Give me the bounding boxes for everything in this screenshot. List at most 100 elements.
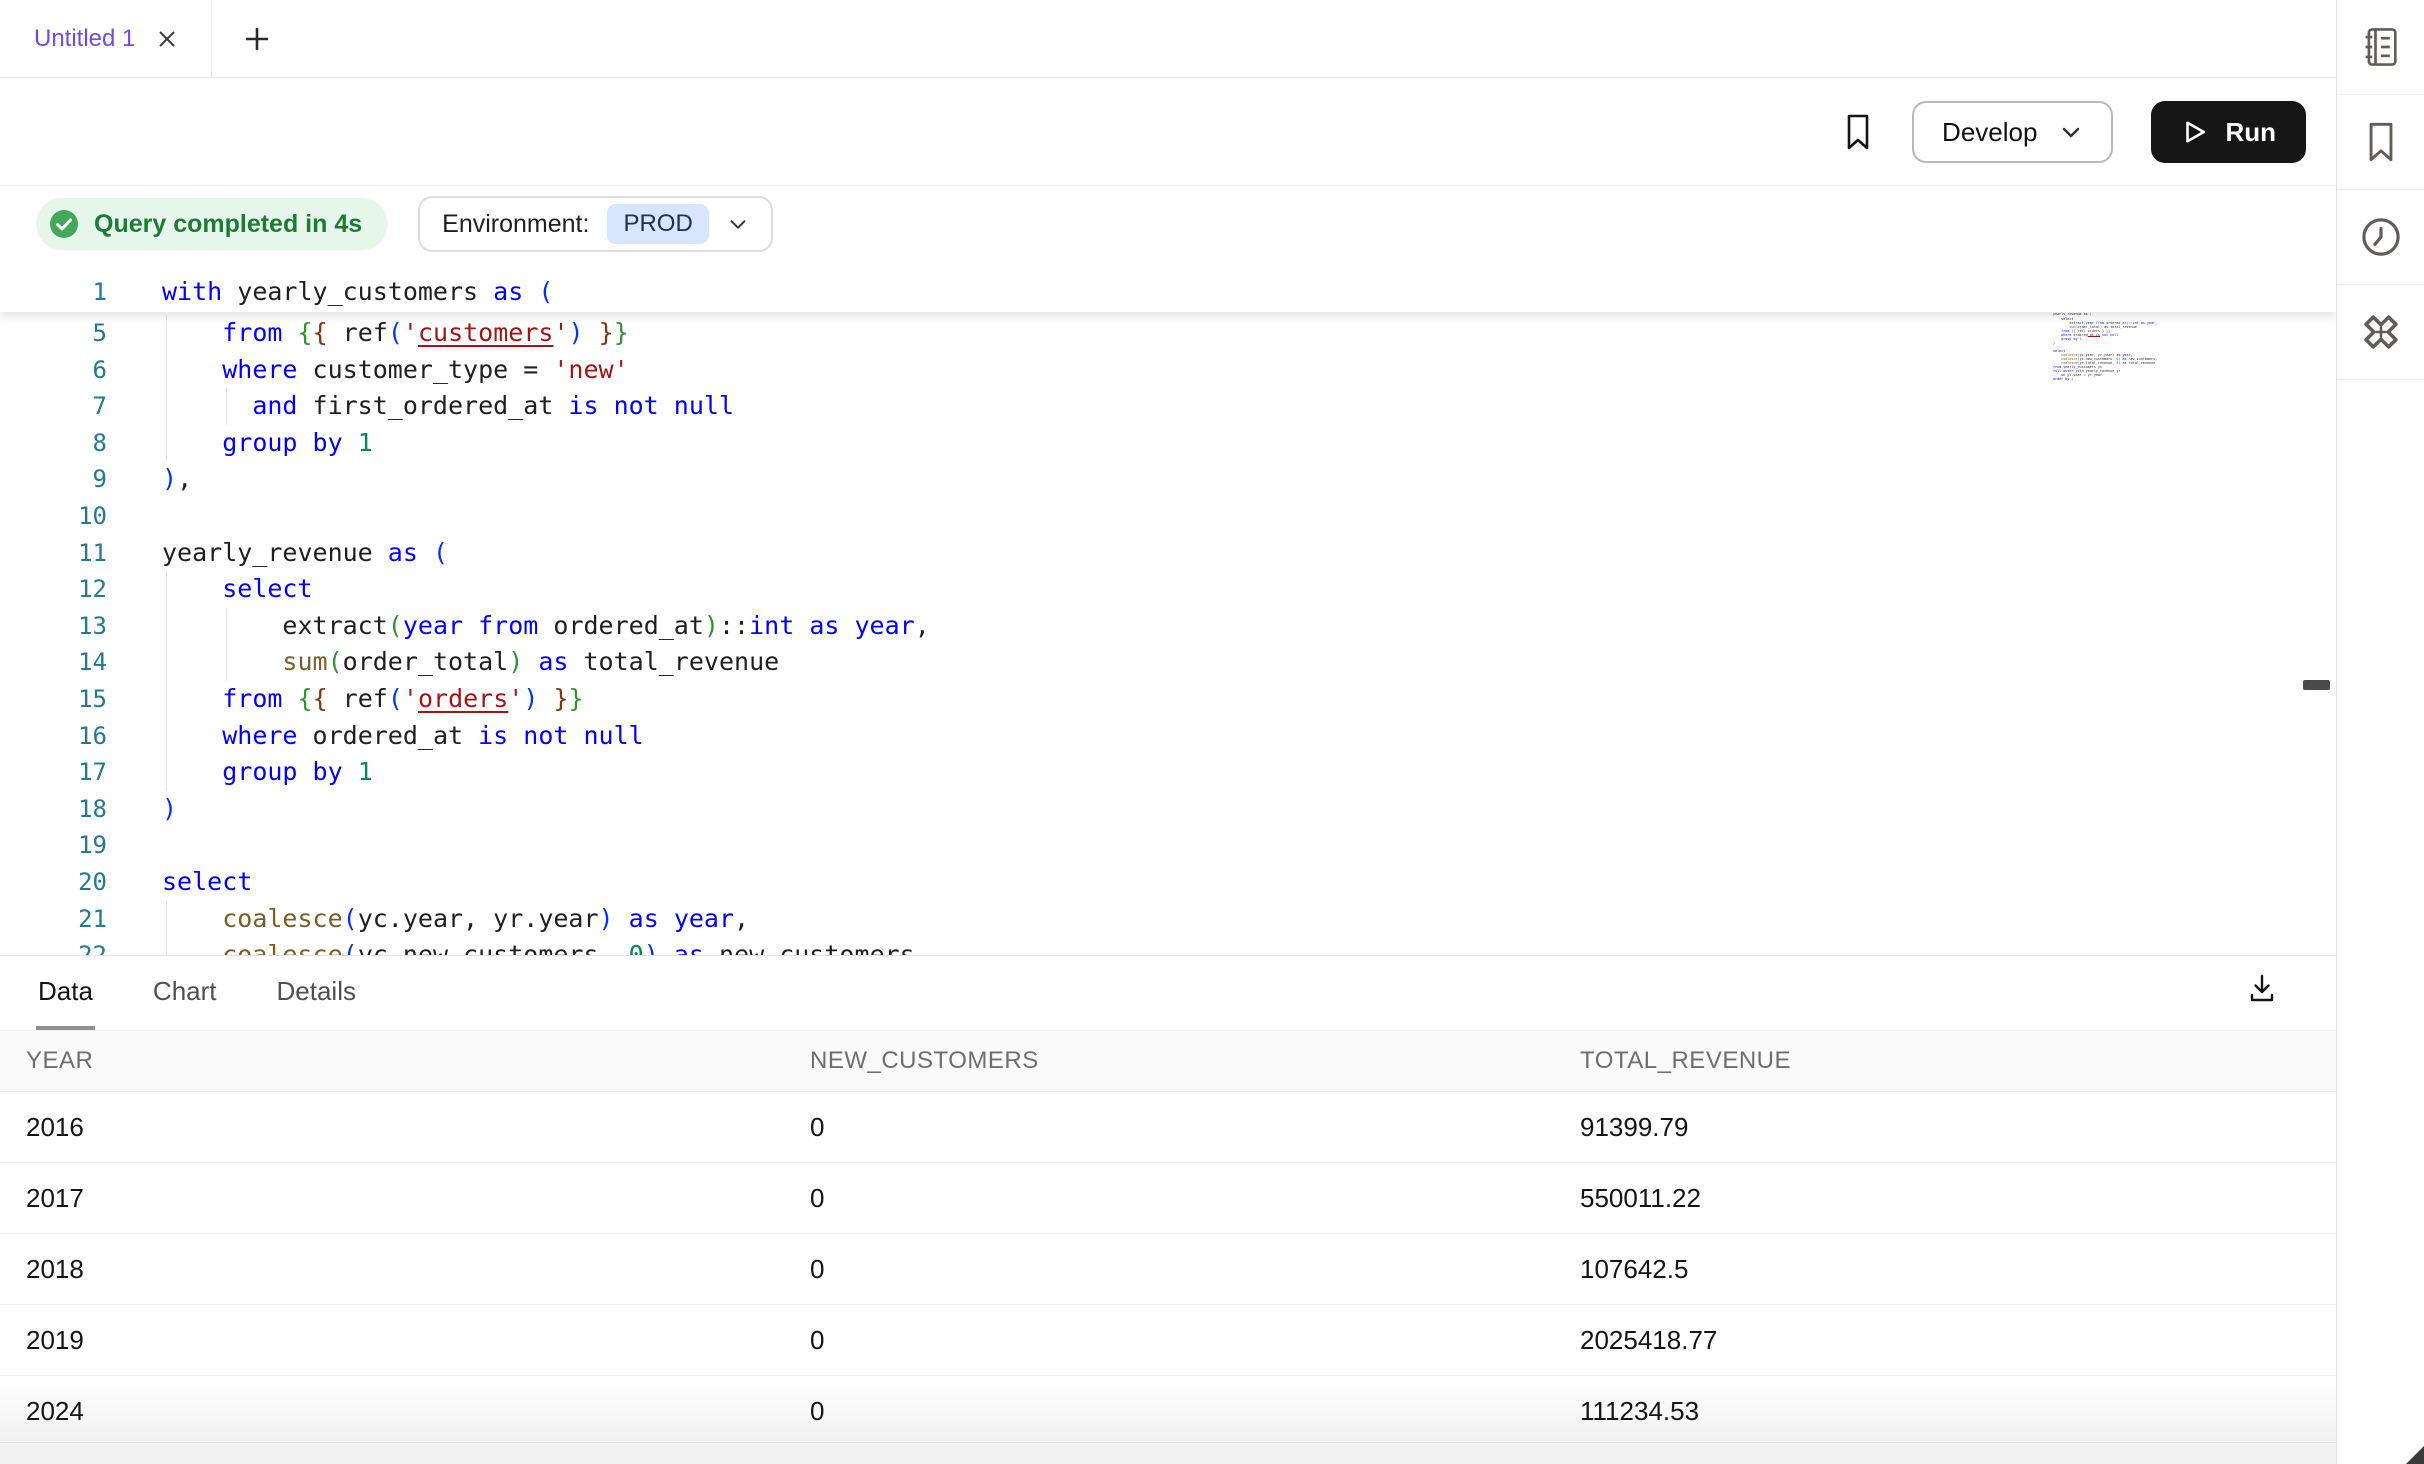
notebook-icon [2360, 25, 2402, 69]
tab-bar: Untitled 1 [0, 0, 2336, 78]
toolbar: Develop Run [0, 79, 2336, 186]
right-sidebar [2336, 0, 2424, 1464]
results-tabs: Data Chart Details [0, 956, 2336, 1030]
line-number: 5 [0, 315, 107, 352]
sidebar-item-history[interactable] [2337, 190, 2424, 285]
line-number: 16 [0, 718, 107, 755]
download-icon[interactable] [2244, 970, 2280, 1006]
code-text: sum(order_total) as total_revenue [162, 644, 779, 681]
code-text: select [162, 571, 313, 608]
code-line[interactable]: 17 group by 1 [0, 754, 2336, 791]
line-number: 19 [0, 827, 107, 864]
code-line[interactable]: 12 select [0, 571, 2336, 608]
code-line[interactable]: 10 [0, 498, 2336, 535]
code-line[interactable]: 5 from {{ ref('customers') }} [0, 315, 2336, 352]
environment-badge: PROD [607, 204, 708, 244]
query-status-text: Query completed in 4s [94, 210, 362, 239]
chevron-down-icon [2059, 120, 2083, 144]
chevron-down-icon [727, 213, 749, 235]
run-button[interactable]: Run [2151, 101, 2306, 163]
code-line[interactable]: 14 sum(order_total) as total_revenue [0, 644, 2336, 681]
line-number: 8 [0, 425, 107, 462]
play-icon [2181, 119, 2207, 145]
column-header-total-revenue: TOTAL_REVENUE [1580, 1047, 2336, 1075]
code-line[interactable]: 1 with yearly_customers as ( [0, 274, 2336, 311]
app-window: Untitled 1 Develop Run [0, 0, 2424, 1464]
code-line[interactable]: 11 yearly_revenue as ( [0, 535, 2336, 572]
query-status-badge: Query completed in 4s [36, 198, 388, 250]
code-text: where ordered_at is not null [162, 718, 644, 755]
table-cell: 107642.5 [1580, 1254, 2336, 1285]
table-cell: 0 [810, 1112, 1580, 1143]
code-text: ), [162, 461, 192, 498]
table-cell: 111234.53 [1580, 1396, 2336, 1427]
line-number: 1 [0, 274, 107, 311]
table-header-row: YEAR NEW_CUSTOMERS TOTAL_REVENUE [0, 1030, 2336, 1092]
table-body: 2016091399.7920170550011.2220180107642.5… [0, 1092, 2336, 1447]
minimap-line: order by 1 [2053, 377, 2185, 381]
line-number: 10 [0, 498, 107, 535]
results-tab-chart[interactable]: Chart [151, 956, 219, 1030]
code-line[interactable]: 19 [0, 827, 2336, 864]
code-line[interactable]: 20 select [0, 864, 2336, 901]
code-text: where customer_type = 'new' [162, 352, 629, 389]
lineage-icon [2358, 309, 2404, 355]
code-text: with yearly_customers as ( [162, 274, 553, 311]
bookmark-icon[interactable] [1842, 113, 1874, 151]
column-header-new-customers: NEW_CUSTOMERS [810, 1047, 1580, 1075]
table-row: 201902025418.77 [0, 1305, 2336, 1376]
code-line[interactable]: 7 and first_ordered_at is not null [0, 388, 2336, 425]
new-tab-plus-icon[interactable] [242, 24, 272, 54]
table-cell: 0 [810, 1183, 1580, 1214]
table-row: 20240111234.53 [0, 1376, 2336, 1447]
line-number: 9 [0, 461, 107, 498]
code-text: from {{ ref('customers') }} [162, 315, 629, 352]
code-line[interactable]: 18) [0, 791, 2336, 828]
environment-label: Environment: [442, 210, 589, 239]
line-number: 18 [0, 791, 107, 828]
sidebar-item-notebook[interactable] [2337, 0, 2424, 95]
code-line[interactable]: 9), [0, 461, 2336, 498]
table-row: 20170550011.22 [0, 1163, 2336, 1234]
line-number: 14 [0, 644, 107, 681]
horizontal-scrollbar[interactable] [0, 1442, 2336, 1464]
line-number: 13 [0, 608, 107, 645]
results-tab-details[interactable]: Details [275, 956, 358, 1030]
environment-selector[interactable]: Environment: PROD [418, 196, 773, 252]
code-line[interactable]: 22 coalesce(yc.new_customers, 0) as new_… [0, 937, 2336, 955]
main-area: Untitled 1 Develop Run [0, 0, 2336, 1464]
table-cell: 2024 [26, 1396, 810, 1427]
develop-label: Develop [1942, 117, 2037, 148]
code-line[interactable]: 15 from {{ ref('orders') }} [0, 681, 2336, 718]
tab-untitled-1[interactable]: Untitled 1 [0, 0, 212, 77]
table-cell: 0 [810, 1254, 1580, 1285]
line-number: 20 [0, 864, 107, 901]
code-line[interactable]: 8 group by 1 [0, 425, 2336, 462]
sidebar-item-bookmarks[interactable] [2337, 95, 2424, 190]
resize-grip[interactable] [2406, 1446, 2424, 1464]
close-icon[interactable] [155, 27, 179, 51]
table-cell: 550011.22 [1580, 1183, 2336, 1214]
code-text: select [162, 864, 252, 901]
scrollbar-thumb[interactable] [2303, 680, 2330, 690]
table-cell: 2025418.77 [1580, 1325, 2336, 1356]
code-line[interactable]: 16 where ordered_at is not null [0, 718, 2336, 755]
code-line[interactable]: 6 where customer_type = 'new' [0, 352, 2336, 389]
sidebar-item-lineage[interactable] [2337, 285, 2424, 380]
line-number: 21 [0, 901, 107, 938]
table-cell: 2016 [26, 1112, 810, 1143]
code-line[interactable]: 13 extract(year from ordered_at)::int as… [0, 608, 2336, 645]
code-line[interactable]: 21 coalesce(yc.year, yr.year) as year, [0, 901, 2336, 938]
code-text: coalesce(yc.year, yr.year) as year, [162, 901, 749, 938]
results-tab-data[interactable]: Data [36, 956, 95, 1030]
line-number: 11 [0, 535, 107, 572]
develop-button[interactable]: Develop [1912, 101, 2113, 163]
code-text: extract(year from ordered_at)::int as ye… [162, 608, 930, 645]
code-text: yearly_revenue as ( [162, 535, 448, 572]
bookmark-icon [2362, 121, 2400, 163]
run-label: Run [2225, 117, 2276, 148]
code-editor[interactable]: 1 with yearly_customers as ( 5 from {{ re… [0, 258, 2336, 955]
sticky-scroll-line[interactable]: 1 with yearly_customers as ( [0, 258, 2336, 312]
line-number: 22 [0, 937, 107, 955]
table-row: 20180107642.5 [0, 1234, 2336, 1305]
